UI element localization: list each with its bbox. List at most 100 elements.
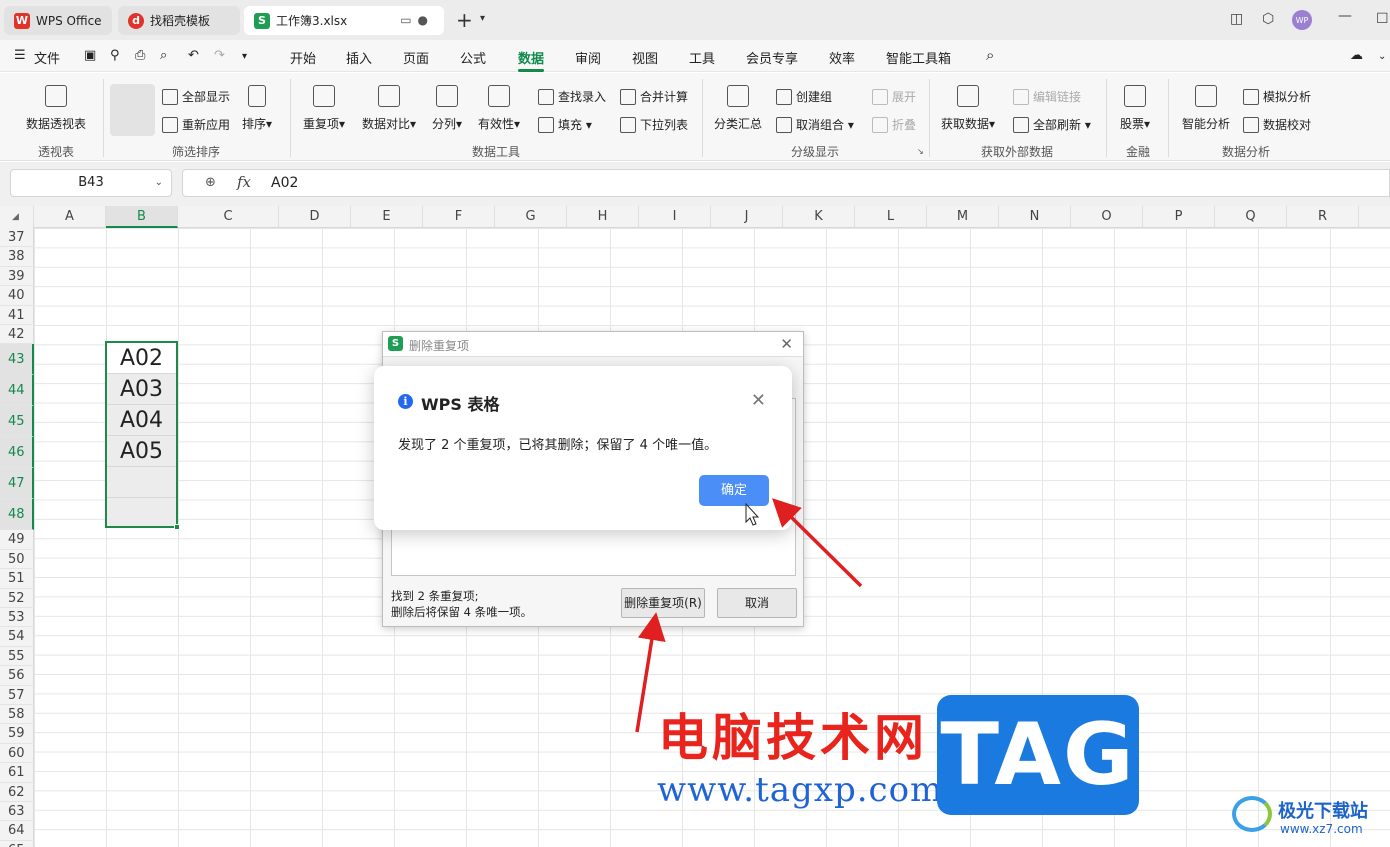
column-header-l[interactable]: L (855, 206, 927, 228)
column-header-j[interactable]: J (711, 206, 783, 228)
cell-B47[interactable] (107, 467, 176, 498)
layout-icon[interactable]: ◫ (1230, 11, 1243, 27)
row-header-64[interactable]: 64 (0, 821, 34, 841)
minimize-icon[interactable]: — (1338, 8, 1352, 24)
row-header-58[interactable]: 58 (0, 705, 34, 725)
column-header-i[interactable]: I (639, 206, 711, 228)
row-header-40[interactable]: 40 (0, 286, 34, 306)
row-header-59[interactable]: 59 (0, 724, 34, 744)
dialog-launcher-icon[interactable]: ↘ (917, 147, 924, 156)
chevron-down-icon[interactable]: ⌄ (1378, 51, 1386, 62)
subtotal-button[interactable]: 分类汇总 (714, 85, 762, 132)
menu-page[interactable]: 页面 (403, 48, 429, 67)
fill-button[interactable]: 填充 ▾ (538, 116, 592, 133)
validity-button[interactable]: 有效性▾ (478, 85, 520, 132)
select-all-corner[interactable]: ◢ (0, 206, 34, 228)
row-header-47[interactable]: 47 (0, 468, 34, 500)
print-icon[interactable]: ⎙ (135, 48, 145, 63)
column-header-f[interactable]: F (423, 206, 495, 228)
menu-tools[interactable]: 工具 (689, 48, 715, 67)
column-header-c[interactable]: C (178, 206, 279, 228)
close-icon[interactable]: ✕ (780, 335, 793, 353)
row-header-55[interactable]: 55 (0, 647, 34, 667)
avatar[interactable]: WP (1292, 10, 1312, 30)
fill-handle[interactable] (174, 524, 180, 530)
stocks-button[interactable]: 股票▾ (1120, 85, 1150, 132)
ungroup-button[interactable]: 取消组合 ▾ (776, 116, 854, 133)
row-header-44[interactable]: 44 (0, 375, 34, 407)
menu-icon[interactable]: ☰ (14, 48, 26, 63)
tab-status-icons[interactable]: ▭● (400, 13, 434, 27)
menu-member[interactable]: 会员专享 (746, 48, 798, 67)
cell-B43[interactable]: A02 (107, 343, 176, 374)
formula-input[interactable]: ⊕ fx A02 (182, 169, 1390, 197)
expand-button[interactable]: 展开 (872, 88, 916, 105)
undo-icon[interactable]: ↶ (188, 48, 199, 63)
row-header-53[interactable]: 53 (0, 608, 34, 628)
row-header-38[interactable]: 38 (0, 247, 34, 267)
row-header-51[interactable]: 51 (0, 569, 34, 589)
new-tab-plus-icon[interactable]: + (456, 8, 473, 32)
chevron-down-icon[interactable]: ▾ (242, 51, 247, 62)
row-header-39[interactable]: 39 (0, 267, 34, 287)
maximize-icon[interactable]: ☐ (1376, 11, 1389, 27)
column-header-g[interactable]: G (495, 206, 567, 228)
menu-file[interactable]: 文件 (34, 48, 60, 67)
print-preview-icon[interactable]: ⌕ (160, 48, 167, 63)
refresh-all-button[interactable]: 全部刷新 ▾ (1013, 116, 1091, 133)
menu-review[interactable]: 审阅 (575, 48, 601, 67)
get-data-button[interactable]: 获取数据▾ (941, 85, 995, 132)
menu-data[interactable]: 数据 (518, 48, 544, 67)
cube-icon[interactable]: ⬡ (1262, 11, 1274, 27)
column-header-k[interactable]: K (783, 206, 855, 228)
search-icon[interactable]: ⌕ (986, 46, 994, 64)
smart-analysis-button[interactable]: 智能分析 (1182, 85, 1230, 132)
menu-home[interactable]: 开始 (290, 48, 316, 67)
edit-links-button[interactable]: 编辑链接 (1013, 88, 1081, 105)
close-icon[interactable]: ✕ (751, 390, 766, 411)
cancel-button[interactable]: 取消 (717, 588, 797, 618)
link-icon[interactable]: ⚲ (110, 48, 120, 63)
menu-formula[interactable]: 公式 (460, 48, 486, 67)
row-header-62[interactable]: 62 (0, 783, 34, 802)
row-header-45[interactable]: 45 (0, 406, 34, 438)
pivot-table-button[interactable]: 数据透视表 (26, 85, 86, 132)
delete-duplicates-button[interactable]: 删除重复项(R) (621, 588, 705, 618)
ok-button[interactable]: 确定 (699, 475, 769, 506)
cell-B44[interactable]: A03 (107, 374, 176, 405)
collapse-button[interactable]: 折叠 (872, 116, 916, 133)
fx-icon[interactable]: fx (237, 173, 251, 191)
row-header-57[interactable]: 57 (0, 686, 34, 705)
row-header-61[interactable]: 61 (0, 763, 34, 783)
sort-button[interactable]: 排序▾ (242, 85, 272, 132)
split-column-button[interactable]: 分列▾ (432, 85, 462, 132)
reapply-button[interactable]: 重新应用 (162, 116, 230, 133)
row-header-42[interactable]: 42 (0, 325, 34, 345)
tab-wps-office[interactable]: W WPS Office (4, 6, 112, 35)
cell-B48[interactable] (107, 498, 176, 529)
row-header-60[interactable]: 60 (0, 744, 34, 764)
chevron-down-icon[interactable]: ▾ (480, 13, 485, 24)
chevron-down-icon[interactable]: ⌄ (155, 170, 163, 196)
simulation-button[interactable]: 模拟分析 (1243, 88, 1311, 105)
menu-view[interactable]: 视图 (632, 48, 658, 67)
tab-workbook[interactable]: S 工作簿3.xlsx ▭● (244, 6, 444, 35)
column-header-a[interactable]: A (34, 206, 106, 228)
zoom-icon[interactable]: ⊕ (205, 175, 216, 190)
cell-B45[interactable]: A04 (107, 405, 176, 436)
merge-calc-button[interactable]: 合并计算 (620, 88, 688, 105)
column-header-b[interactable]: B (106, 206, 178, 228)
show-all-button[interactable]: 全部显示 (162, 88, 230, 105)
cell-B46[interactable]: A05 (107, 436, 176, 467)
row-header-54[interactable]: 54 (0, 627, 34, 647)
column-header-q[interactable]: Q (1215, 206, 1287, 228)
find-entry-button[interactable]: 查找录入 (538, 88, 606, 105)
name-box[interactable]: B43 ⌄ (10, 169, 172, 197)
menu-efficiency[interactable]: 效率 (829, 48, 855, 67)
row-header-50[interactable]: 50 (0, 550, 34, 570)
column-header-m[interactable]: M (927, 206, 999, 228)
selected-range[interactable]: A02 A03 A04 A05 (105, 341, 178, 528)
column-header-p[interactable]: P (1143, 206, 1215, 228)
redo-icon[interactable]: ↷ (214, 48, 225, 63)
create-group-button[interactable]: 创建组 (776, 88, 832, 105)
